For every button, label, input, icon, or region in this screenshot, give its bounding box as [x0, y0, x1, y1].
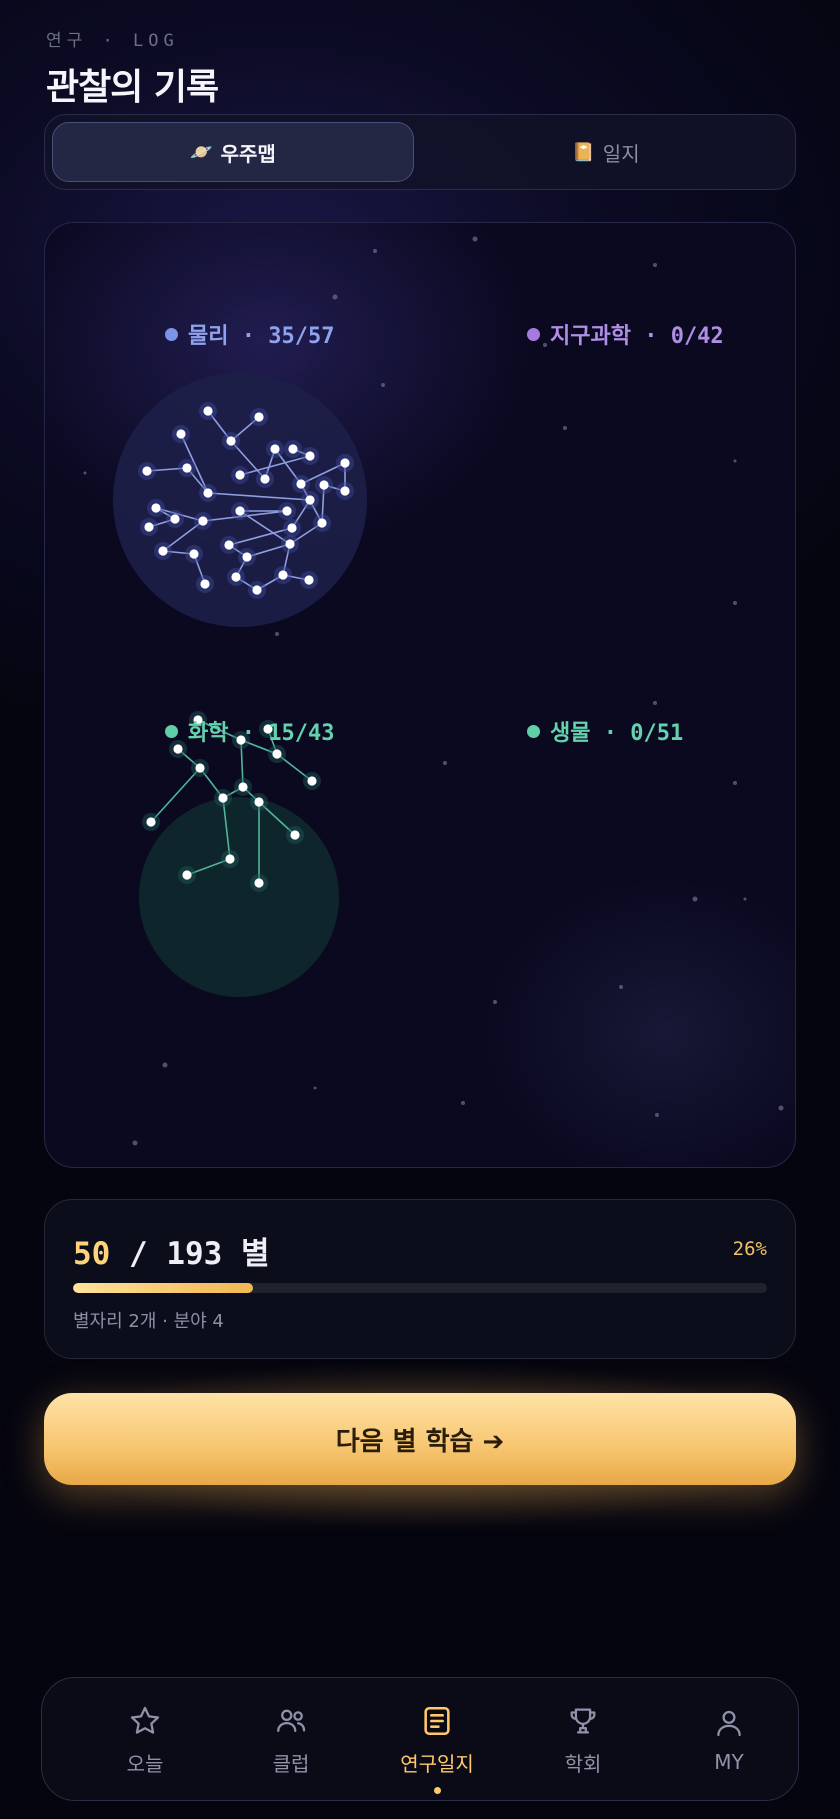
field-dot: [165, 327, 178, 341]
nav-item-today[interactable]: 오늘: [72, 1678, 218, 1802]
physics-star[interactable]: [182, 463, 192, 473]
physics-star[interactable]: [296, 479, 306, 489]
field-label-physics[interactable]: 물리 · 35/57: [165, 318, 334, 350]
physics-star[interactable]: [142, 466, 152, 476]
field-dot: [165, 724, 178, 738]
star-map-canvas: [83, 236, 784, 1146]
nav-item-today-label: 오늘: [126, 1751, 164, 1776]
physics-star[interactable]: [317, 518, 327, 528]
chemistry-star[interactable]: [218, 793, 228, 803]
physics-star[interactable]: [224, 540, 234, 550]
physics-star[interactable]: [235, 470, 245, 480]
chemistry-constellation-halo: [139, 797, 339, 997]
field-label-biology[interactable]: 생물 · 0/51: [527, 715, 683, 747]
bottom-nav: 오늘 클럽 연구일지 학회 MY: [41, 1677, 799, 1801]
physics-star[interactable]: [198, 516, 208, 526]
progress-card: 50 / 193 별 26% 별자리 2개 · 분야 4: [44, 1199, 796, 1359]
physics-star[interactable]: [305, 451, 315, 461]
field-label-physics-text: 물리 · 35/57: [188, 324, 335, 349]
nav-item-club[interactable]: 클럽: [218, 1678, 364, 1802]
physics-star[interactable]: [176, 429, 186, 439]
view-toggle: 🪐 우주맵 📔 일지: [44, 114, 796, 190]
physics-star[interactable]: [235, 506, 245, 516]
tab-star-map-label: 우주맵: [220, 141, 276, 166]
notebook-icon: 📔: [572, 141, 595, 163]
physics-star[interactable]: [304, 575, 314, 585]
tab-star-map[interactable]: 🪐 우주맵: [52, 122, 414, 182]
physics-star[interactable]: [288, 444, 298, 454]
physics-star[interactable]: [151, 503, 161, 513]
chemistry-star[interactable]: [290, 830, 300, 840]
field-label-chemistry[interactable]: 화학 · 15/43: [165, 715, 334, 747]
physics-star[interactable]: [226, 436, 236, 446]
star-icon: [130, 1706, 160, 1734]
person-icon: [717, 1710, 741, 1737]
physics-star[interactable]: [231, 572, 241, 582]
chemistry-star[interactable]: [225, 854, 235, 864]
journal-icon: [424, 1706, 450, 1735]
chemistry-star[interactable]: [238, 782, 248, 792]
field-dot: [527, 327, 540, 341]
field-label-chemistry-text: 화학 · 15/43: [188, 721, 335, 746]
physics-constellation-halo: [113, 373, 367, 627]
physics-star[interactable]: [340, 458, 350, 468]
physics-star[interactable]: [305, 495, 315, 505]
chemistry-star[interactable]: [195, 763, 205, 773]
star-count-total: / 193 별: [110, 1236, 270, 1272]
nav-item-my-label: MY: [714, 1750, 744, 1774]
progress-meta: 별자리 2개 · 분야 4: [73, 1311, 224, 1332]
nav-item-research-log-label: 연구일지: [400, 1751, 474, 1776]
field-label-earth-science-text: 지구과학 · 0/42: [550, 324, 724, 349]
physics-star[interactable]: [252, 585, 262, 595]
nav-item-my[interactable]: MY: [656, 1678, 802, 1802]
physics-star[interactable]: [287, 523, 297, 533]
star-map-panel: 물리 · 35/57 지구과학 · 0/42 화학 · 15/43 생물 · 0…: [44, 222, 796, 1168]
physics-star[interactable]: [144, 522, 154, 532]
trophy-icon: [570, 1708, 596, 1733]
field-dot: [527, 724, 540, 738]
progress-bar-fill: [73, 1283, 254, 1293]
nav-item-research-log[interactable]: 연구일지: [364, 1678, 510, 1802]
physics-star[interactable]: [158, 546, 168, 556]
chemistry-star[interactable]: [182, 870, 192, 880]
physics-star[interactable]: [242, 552, 252, 562]
chemistry-star[interactable]: [254, 878, 264, 888]
active-indicator-dot: [433, 1787, 441, 1794]
physics-star[interactable]: [203, 406, 213, 416]
users-icon: [277, 1709, 306, 1732]
chemistry-star[interactable]: [272, 749, 282, 759]
physics-star[interactable]: [319, 480, 329, 490]
progress-bar: [73, 1283, 767, 1293]
physics-star[interactable]: [260, 474, 270, 484]
star-count-current: 50: [73, 1236, 111, 1272]
physics-star[interactable]: [278, 570, 288, 580]
chemistry-star[interactable]: [307, 776, 317, 786]
physics-star[interactable]: [203, 488, 213, 498]
chemistry-star[interactable]: [146, 817, 156, 827]
field-label-biology-text: 생물 · 0/51: [550, 721, 684, 746]
tab-journal-label: 일지: [602, 141, 640, 166]
chemistry-star[interactable]: [254, 797, 264, 807]
nav-item-club-label: 클럽: [272, 1751, 310, 1776]
physics-star[interactable]: [200, 579, 210, 589]
physics-star[interactable]: [170, 514, 180, 524]
progress-percent: 26%: [732, 1238, 767, 1260]
next-star-button[interactable]: 다음 별 학습 ➔: [44, 1393, 796, 1485]
background-stars: [83, 236, 784, 1146]
tab-journal[interactable]: 📔 일지: [425, 122, 787, 182]
physics-star[interactable]: [189, 549, 199, 559]
star-count: 50 / 193 별: [73, 1228, 270, 1273]
physics-star[interactable]: [282, 506, 292, 516]
nav-item-conference-label: 학회: [564, 1751, 602, 1776]
ringed-planet-icon: 🪐: [190, 141, 213, 163]
physics-star[interactable]: [270, 444, 280, 454]
eyebrow-label: 연구 · LOG: [46, 31, 179, 51]
page-title: 관찰의 기록: [46, 67, 219, 108]
field-label-earth-science[interactable]: 지구과학 · 0/42: [527, 318, 724, 350]
nav-item-conference[interactable]: 학회: [510, 1678, 656, 1802]
physics-star[interactable]: [285, 539, 295, 549]
physics-star[interactable]: [340, 486, 350, 496]
physics-star[interactable]: [254, 412, 264, 422]
